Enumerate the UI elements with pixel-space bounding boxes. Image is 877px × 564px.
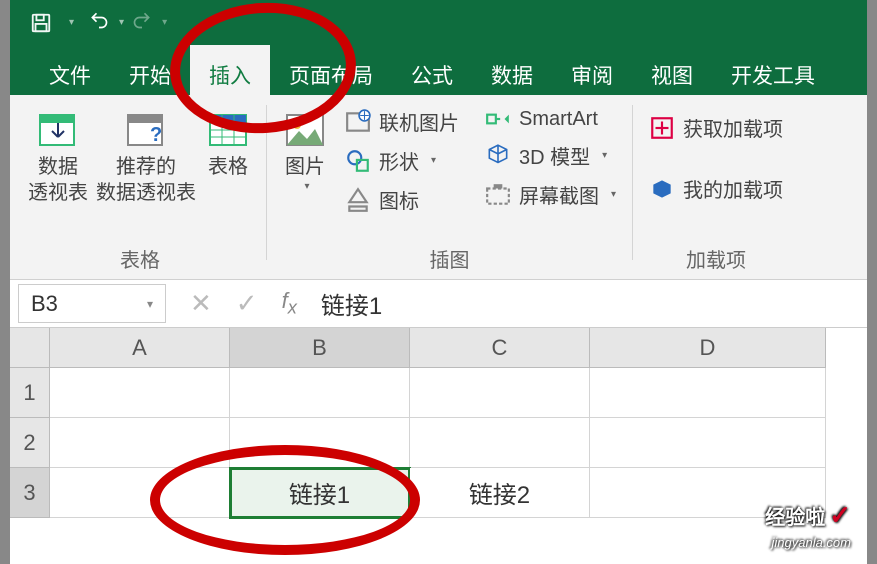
cell[interactable] <box>410 418 590 468</box>
save-icon[interactable] <box>30 12 52 34</box>
picture-button[interactable]: 图片 ▾ <box>277 105 333 196</box>
undo-icon[interactable] <box>89 10 109 35</box>
recommended-pivot-button[interactable]: ? 推荐的 数据透视表 <box>92 105 200 210</box>
undo-dropdown-icon[interactable]: ▾ <box>119 17 124 28</box>
cell[interactable] <box>230 368 410 418</box>
col-header[interactable]: C <box>410 328 590 368</box>
recommended-pivot-icon: ? <box>122 109 170 153</box>
dropdown-icon: ▾ <box>431 155 436 166</box>
pivot-table-icon <box>34 109 82 153</box>
online-picture-button[interactable]: 联机图片 <box>339 105 465 138</box>
recommended-pivot-label: 推荐的 数据透视表 <box>96 154 196 206</box>
name-box-value: B3 <box>31 291 58 317</box>
dropdown-icon: ▾ <box>304 181 309 192</box>
model3d-icon <box>485 144 511 168</box>
model3d-button[interactable]: 3D 模型 ▾ <box>479 139 622 172</box>
smartart-button[interactable]: SmartArt <box>479 105 622 133</box>
cell[interactable] <box>50 468 230 518</box>
dropdown-icon: ▾ <box>611 189 616 200</box>
cell-selected[interactable]: 链接1 <box>230 468 410 518</box>
table-icon <box>204 109 252 153</box>
watermark-url: jingyanla.com <box>772 535 852 550</box>
smartart-label: SmartArt <box>519 108 598 131</box>
get-addins-icon <box>649 116 675 140</box>
check-icon: ✓ <box>829 500 851 530</box>
cell[interactable] <box>50 368 230 418</box>
cell[interactable] <box>590 418 826 468</box>
dropdown-icon: ▾ <box>602 150 607 161</box>
icons-label: 图标 <box>379 185 419 214</box>
shapes-button[interactable]: 形状 ▾ <box>339 144 465 177</box>
separator <box>632 105 633 260</box>
online-picture-icon <box>345 110 371 134</box>
formula-bar-row: B3 ▾ ✕ ✓ fx 链接1 <box>10 280 867 328</box>
cell[interactable] <box>230 418 410 468</box>
tab-review[interactable]: 审阅 <box>552 45 632 95</box>
shapes-icon <box>345 149 371 173</box>
icons-icon <box>345 188 371 212</box>
col-header[interactable]: A <box>50 328 230 368</box>
ribbon: 数据 透视表 ? 推荐的 数据透视表 表格 表格 图片 ▾ <box>10 95 867 280</box>
tab-view[interactable]: 视图 <box>632 45 712 95</box>
shapes-label: 形状 <box>379 146 419 175</box>
spreadsheet: A B C D 1 2 3 链接1 链接2 <box>10 328 867 518</box>
screenshot-icon <box>485 183 511 207</box>
tab-layout[interactable]: 页面布局 <box>270 45 392 95</box>
addins-group-label: 加载项 <box>686 244 746 279</box>
name-box[interactable]: B3 ▾ <box>18 284 166 323</box>
cancel-icon[interactable]: ✕ <box>190 288 212 319</box>
tab-home[interactable]: 开始 <box>110 45 190 95</box>
illustrations-group-label: 插图 <box>430 244 470 279</box>
save-dropdown-icon[interactable]: ▾ <box>69 17 74 28</box>
get-addins-label: 获取加载项 <box>683 113 783 142</box>
my-addins-button[interactable]: 我的加载项 <box>643 172 789 205</box>
svg-text:?: ? <box>150 124 162 146</box>
get-addins-button[interactable]: 获取加载项 <box>643 111 789 144</box>
screenshot-button[interactable]: 屏幕截图 ▾ <box>479 178 622 211</box>
table-label: 表格 <box>208 154 248 180</box>
redo-dropdown-icon[interactable]: ▾ <box>162 17 167 28</box>
tab-file[interactable]: 文件 <box>30 45 110 95</box>
cell[interactable] <box>410 368 590 418</box>
ribbon-tabs: 文件 开始 插入 页面布局 公式 数据 审阅 视图 开发工具 <box>10 45 867 95</box>
select-all-corner[interactable] <box>10 328 50 368</box>
tab-data[interactable]: 数据 <box>472 45 552 95</box>
smartart-icon <box>485 107 511 131</box>
confirm-icon[interactable]: ✓ <box>236 288 258 319</box>
pivot-table-label: 数据 透视表 <box>28 154 88 206</box>
screenshot-label: 屏幕截图 <box>519 180 599 209</box>
row-header[interactable]: 1 <box>10 368 50 418</box>
icons-button[interactable]: 图标 <box>339 183 465 216</box>
tab-insert[interactable]: 插入 <box>190 45 270 95</box>
tables-group-label: 表格 <box>120 244 160 279</box>
separator <box>266 105 267 260</box>
cell[interactable] <box>590 368 826 418</box>
watermark: 经验啦✓ jingyanla.com <box>765 501 851 552</box>
col-header[interactable]: D <box>590 328 826 368</box>
title-bar: ▾ ▾ ▾ <box>10 0 867 45</box>
name-box-dropdown-icon[interactable]: ▾ <box>147 297 153 311</box>
picture-label: 图片 <box>285 154 325 180</box>
cell[interactable]: 链接2 <box>410 468 590 518</box>
formula-content[interactable]: 链接1 <box>321 286 382 321</box>
table-button[interactable]: 表格 <box>200 105 256 210</box>
fx-icon[interactable]: fx <box>282 288 297 318</box>
cell[interactable] <box>50 418 230 468</box>
redo-icon[interactable] <box>132 10 152 35</box>
my-addins-label: 我的加载项 <box>683 174 783 203</box>
row-header[interactable]: 3 <box>10 468 50 518</box>
watermark-title: 经验啦 <box>765 507 825 529</box>
tab-formula[interactable]: 公式 <box>392 45 472 95</box>
col-header[interactable]: B <box>230 328 410 368</box>
my-addins-icon <box>649 177 675 201</box>
row-header[interactable]: 2 <box>10 418 50 468</box>
picture-icon <box>281 109 329 153</box>
pivot-table-button[interactable]: 数据 透视表 <box>24 105 92 210</box>
online-picture-label: 联机图片 <box>379 107 459 136</box>
model3d-label: 3D 模型 <box>519 141 590 170</box>
tab-dev[interactable]: 开发工具 <box>712 45 834 95</box>
